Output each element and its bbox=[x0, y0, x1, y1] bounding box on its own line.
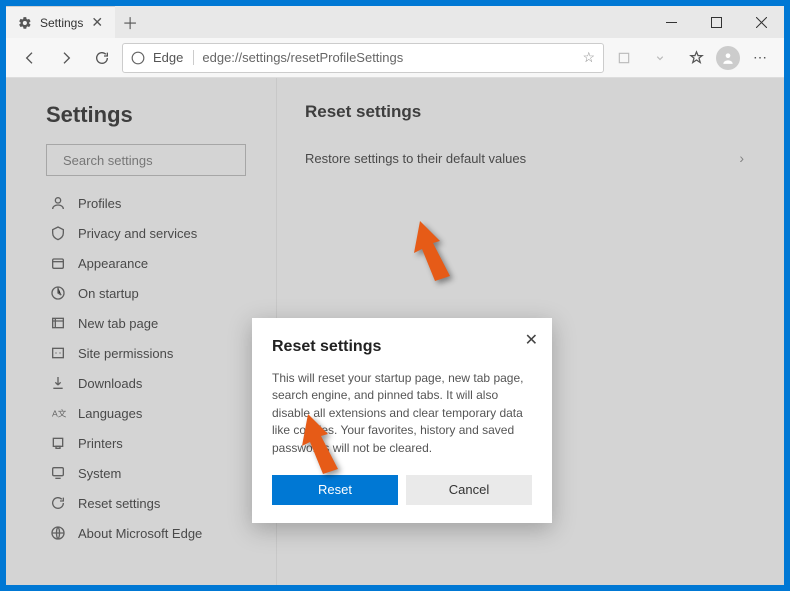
window-controls bbox=[649, 6, 784, 38]
url-text: edge://settings/resetProfileSettings bbox=[202, 50, 574, 65]
extension-button[interactable] bbox=[608, 42, 640, 74]
tab-title: Settings bbox=[40, 16, 83, 30]
toolbar: Edge edge://settings/resetProfileSetting… bbox=[6, 38, 784, 78]
site-label: Edge bbox=[153, 50, 194, 65]
minimize-button[interactable] bbox=[649, 6, 694, 38]
reset-button[interactable]: Reset bbox=[272, 475, 398, 505]
tab-close-icon[interactable]: ✕ bbox=[91, 14, 103, 31]
dialog-body: This will reset your startup page, new t… bbox=[272, 370, 532, 457]
close-button[interactable] bbox=[739, 6, 784, 38]
download-button[interactable] bbox=[644, 42, 676, 74]
dialog-buttons: Reset Cancel bbox=[272, 475, 532, 505]
refresh-button[interactable] bbox=[86, 42, 118, 74]
reset-dialog: ✕ Reset settings This will reset your st… bbox=[252, 318, 552, 523]
back-button[interactable] bbox=[14, 42, 46, 74]
maximize-button[interactable] bbox=[694, 6, 739, 38]
dialog-close-icon[interactable]: ✕ bbox=[525, 330, 538, 350]
cancel-button[interactable]: Cancel bbox=[406, 475, 532, 505]
new-tab-button[interactable]: ＋ bbox=[115, 6, 145, 38]
menu-button[interactable]: ⋯ bbox=[744, 42, 776, 74]
browser-window: Settings ✕ ＋ Edge edge://settings/resetP… bbox=[6, 6, 784, 585]
favorite-icon[interactable]: ☆ bbox=[582, 49, 595, 66]
content-area: Settings ProfilesPrivacy and servicesApp… bbox=[6, 78, 784, 585]
forward-button[interactable] bbox=[50, 42, 82, 74]
dialog-title: Reset settings bbox=[272, 338, 532, 356]
browser-tab[interactable]: Settings ✕ bbox=[6, 6, 115, 38]
address-bar[interactable]: Edge edge://settings/resetProfileSetting… bbox=[122, 43, 604, 73]
gear-icon bbox=[18, 16, 32, 30]
favorites-button[interactable] bbox=[680, 42, 712, 74]
profile-avatar[interactable] bbox=[716, 46, 740, 70]
titlebar: Settings ✕ ＋ bbox=[6, 6, 784, 38]
edge-icon bbox=[131, 51, 145, 65]
